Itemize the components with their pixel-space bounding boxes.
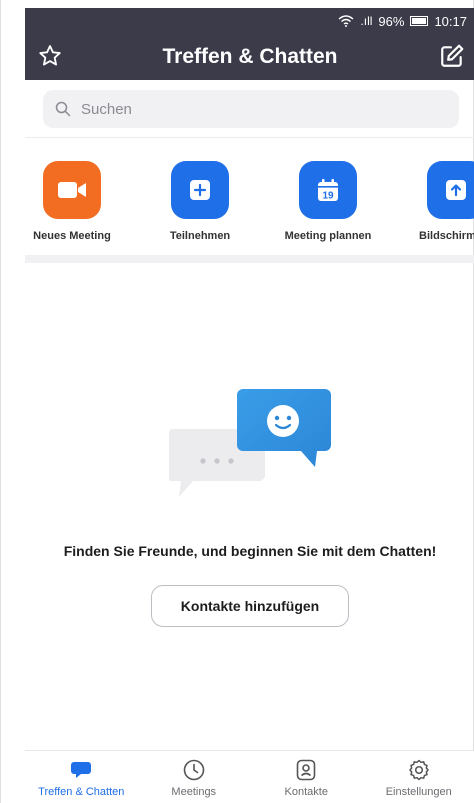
nav-label: Meetings — [171, 786, 217, 798]
quick-actions: Neues Meeting Teilnehmen 19 Meeting plan… — [25, 139, 474, 255]
calendar-icon: 19 — [318, 179, 338, 202]
schedule-meeting-button[interactable]: 19 Meeting plannen — [273, 161, 383, 242]
battery-icon — [410, 16, 429, 26]
chat-bubble-icon — [71, 762, 92, 778]
empty-state-message: Finden Sie Freunde, und beginnen Sie mit… — [63, 543, 437, 559]
search-section: Suchen — [25, 80, 474, 138]
share-screen-button[interactable]: Bildschirm fre — [401, 161, 474, 242]
plus-icon — [190, 180, 210, 200]
action-label: Bildschirm fre — [419, 230, 474, 242]
edit-icon[interactable] — [439, 43, 465, 69]
top-header: Treffen & Chatten — [25, 34, 474, 80]
svg-text:19: 19 — [322, 191, 334, 202]
nav-label: Einstellungen — [385, 786, 452, 798]
new-meeting-button[interactable]: Neues Meeting — [25, 161, 127, 242]
action-label: Meeting plannen — [284, 230, 372, 242]
signal-icon: .ıll — [360, 14, 373, 28]
contact-icon — [296, 759, 316, 781]
action-label: Neues Meeting — [33, 230, 111, 242]
tab-settings[interactable]: Einstellungen — [363, 751, 474, 803]
chat-illustration-icon — [168, 389, 331, 497]
share-screen-icon — [446, 180, 466, 200]
section-divider — [25, 255, 474, 263]
page-title: Treffen & Chatten — [162, 45, 338, 68]
tab-contacts[interactable]: Kontakte — [250, 751, 363, 803]
clock-time: 10:17 — [434, 13, 467, 29]
video-camera-icon — [58, 182, 86, 198]
action-tile — [427, 161, 474, 219]
tab-meet-chat[interactable]: Treffen & Chatten — [25, 751, 138, 803]
status-bar: .ıll 96% 10:17 — [25, 8, 474, 34]
nav-label: Kontakte — [284, 786, 328, 798]
search-input[interactable]: Suchen — [43, 90, 459, 128]
add-contacts-button[interactable]: Kontakte hinzufügen — [151, 585, 349, 627]
gear-icon — [409, 759, 429, 781]
search-icon — [55, 101, 71, 117]
tab-meetings[interactable]: Meetings — [138, 751, 251, 803]
clock-icon — [183, 759, 205, 781]
bottom-navigation: Treffen & Chatten Meetings Kontakte Eins… — [25, 750, 474, 803]
wifi-icon — [338, 15, 354, 27]
action-label: Teilnehmen — [169, 230, 231, 242]
join-button[interactable]: Teilnehmen — [145, 161, 255, 242]
action-tile — [43, 161, 101, 219]
star-icon[interactable] — [37, 43, 63, 69]
app-screen: .ıll 96% 10:17 Treffen & Chatten Suchen — [0, 0, 474, 803]
battery-percent: 96% — [378, 13, 405, 29]
nav-label: Treffen & Chatten — [38, 786, 125, 798]
search-placeholder: Suchen — [81, 100, 132, 118]
action-tile — [171, 161, 229, 219]
action-tile: 19 — [299, 161, 357, 219]
